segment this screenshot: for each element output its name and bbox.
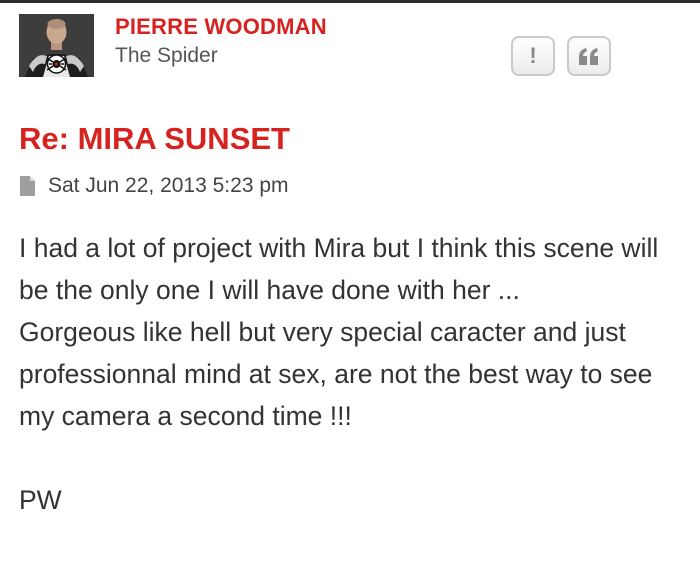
author-name[interactable]: PIERRE WOODMAN: [115, 14, 327, 40]
report-button[interactable]: !: [511, 36, 555, 76]
post-paragraph: I had a lot of project with Mira but I t…: [19, 233, 666, 305]
post-paragraph: Gorgeous like hell but very special cara…: [19, 317, 660, 431]
quote-button[interactable]: [567, 36, 611, 76]
author-rank: The Spider: [115, 44, 218, 67]
avatar[interactable]: [19, 14, 94, 77]
report-icon: !: [529, 43, 537, 68]
quote-icon: [579, 48, 598, 65]
post-content: I had a lot of project with Mira but I t…: [19, 227, 684, 521]
post-date: Sat Jun 22, 2013 5:23 pm: [48, 174, 289, 197]
post-date-row: Sat Jun 22, 2013 5:23 pm: [19, 171, 289, 201]
spider-emblem-avatar-icon: [19, 14, 94, 77]
document-icon[interactable]: [19, 175, 36, 197]
forum-post: PIERRE WOODMAN The Spider ! Re: MIRA SUN…: [0, 0, 700, 570]
post-title[interactable]: Re: MIRA SUNSET: [19, 121, 290, 157]
post-signature: PW: [19, 485, 62, 515]
